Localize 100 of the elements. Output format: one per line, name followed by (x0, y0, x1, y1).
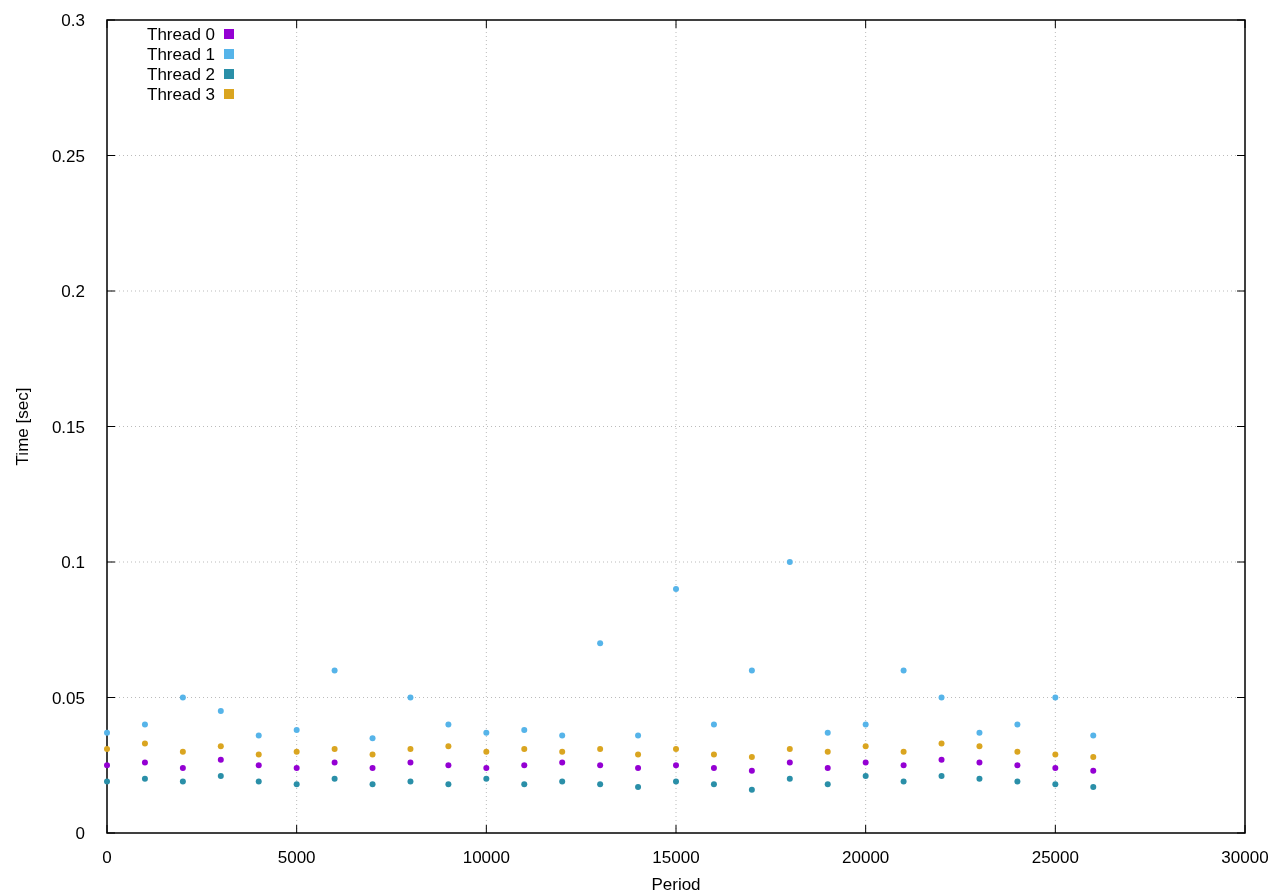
data-point (179, 778, 186, 785)
x-axis-label: Period (651, 875, 701, 894)
data-point (559, 732, 566, 739)
data-point (179, 764, 186, 771)
data-point (483, 775, 490, 782)
data-point (407, 746, 414, 752)
data-point (483, 729, 490, 736)
data-point (824, 729, 831, 736)
data-point (1014, 778, 1021, 785)
legend-label: Thread 3 (147, 85, 216, 104)
data-point (824, 748, 831, 755)
data-point (369, 764, 376, 771)
data-point (938, 694, 945, 701)
data-point (710, 781, 717, 788)
y-tick-label: 0.1 (61, 553, 85, 572)
y-tick-label: 0.05 (51, 688, 85, 708)
data-point (483, 764, 490, 771)
data-point (179, 694, 186, 701)
data-point (407, 759, 414, 766)
data-point (369, 735, 376, 742)
data-point (862, 759, 869, 766)
data-point (938, 740, 945, 747)
data-point (255, 778, 262, 785)
data-point (1052, 764, 1059, 771)
data-point (445, 743, 452, 750)
data-point (976, 743, 983, 750)
data-point (710, 751, 717, 758)
data-point (104, 762, 110, 769)
data-point (407, 778, 414, 785)
data-point (597, 781, 604, 788)
data-point (1090, 767, 1097, 774)
x-tick-label: 15000 (652, 848, 700, 867)
y-tick-label: 0.2 (61, 282, 85, 301)
data-point (976, 775, 983, 782)
data-point (104, 746, 110, 752)
data-point (786, 746, 793, 752)
data-point (976, 729, 983, 736)
data-point (748, 754, 755, 761)
data-point (521, 727, 528, 733)
data-point (938, 756, 945, 763)
data-point (407, 694, 414, 701)
data-point (217, 743, 224, 750)
data-point (331, 667, 338, 674)
data-point (141, 775, 148, 782)
x-tick-label: 0 (102, 848, 112, 867)
data-point (293, 727, 300, 733)
data-point (748, 767, 755, 774)
data-point (900, 778, 907, 785)
data-point (748, 667, 755, 674)
data-point (559, 748, 566, 755)
legend-label: Thread 2 (147, 65, 216, 84)
data-point (141, 759, 148, 766)
data-point (786, 775, 793, 782)
data-point (862, 721, 869, 728)
legend-label: Thread 1 (147, 45, 216, 64)
data-point (1090, 783, 1097, 790)
data-point (862, 773, 869, 780)
data-point (710, 721, 717, 728)
data-point (673, 586, 679, 593)
data-point (217, 708, 224, 715)
data-point (635, 764, 642, 771)
x-tick-label: 20000 (842, 848, 890, 867)
data-point (331, 759, 338, 766)
data-point (141, 740, 148, 747)
data-point (900, 667, 907, 674)
data-point (293, 748, 300, 755)
data-point (331, 775, 338, 782)
data-point (673, 778, 679, 785)
data-point (748, 786, 755, 793)
data-point (369, 751, 376, 758)
data-point (1014, 762, 1021, 769)
data-point (521, 762, 528, 769)
data-point (331, 746, 338, 752)
data-point (597, 640, 604, 647)
y-tick-label: 0.15 (51, 417, 85, 437)
data-point (293, 764, 300, 771)
data-point (1014, 748, 1021, 755)
x-tick-label: 30000 (1221, 848, 1269, 867)
data-point (635, 783, 642, 790)
data-point (1014, 721, 1021, 728)
data-point (445, 721, 452, 728)
data-point (1090, 754, 1097, 761)
data-point (217, 756, 224, 763)
x-tick-label: 10000 (462, 848, 510, 867)
data-point (255, 762, 262, 769)
data-point (938, 773, 945, 780)
data-point (635, 751, 642, 758)
data-point (786, 559, 793, 565)
y-tick-label: 0.3 (61, 11, 85, 30)
data-point (673, 746, 679, 752)
data-point (255, 732, 262, 739)
data-point (862, 743, 869, 750)
data-point (673, 762, 679, 769)
y-axis-label: Time [sec] (13, 387, 32, 466)
legend-label: Thread 0 (147, 25, 216, 44)
data-point (217, 773, 224, 780)
x-tick-label: 25000 (1031, 848, 1079, 867)
data-point (255, 751, 262, 758)
data-point (293, 781, 300, 788)
data-point (521, 781, 528, 788)
